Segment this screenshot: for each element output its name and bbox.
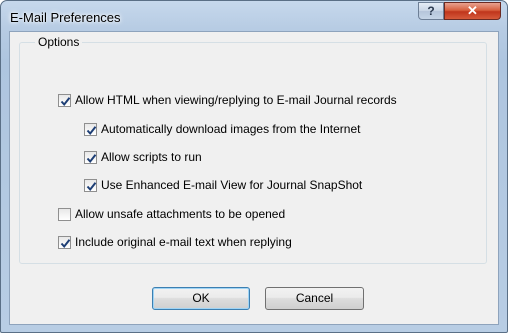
help-button[interactable]: ? <box>418 2 444 20</box>
allow-scripts-checkbox[interactable] <box>84 150 97 164</box>
checkmark-icon <box>86 153 97 163</box>
enhanced-view-label: Use Enhanced E-mail View for Journal Sna… <box>101 178 363 192</box>
include-original-checkbox[interactable] <box>58 235 71 249</box>
ok-button[interactable]: OK <box>152 287 250 310</box>
checkmark-icon <box>86 181 97 191</box>
option-include-original[interactable]: Include original e-mail text when replyi… <box>58 234 292 250</box>
allow-html-checkbox[interactable] <box>58 93 71 107</box>
cancel-button[interactable]: Cancel <box>265 287 364 310</box>
download-images-checkbox[interactable] <box>84 122 97 136</box>
option-unsafe-attachments[interactable]: Allow unsafe attachments to be opened <box>58 206 285 222</box>
close-button[interactable]: ✕ <box>444 2 501 20</box>
unsafe-attachments-label: Allow unsafe attachments to be opened <box>75 207 286 221</box>
include-original-label: Include original e-mail text when replyi… <box>75 235 292 249</box>
allow-html-label: Allow HTML when viewing/replying to E-ma… <box>75 93 397 107</box>
checkmark-icon <box>86 125 97 135</box>
unsafe-attachments-checkbox[interactable] <box>58 207 71 221</box>
options-group-label: Options <box>35 35 83 49</box>
option-enhanced-view[interactable]: Use Enhanced E-mail View for Journal Sna… <box>84 177 362 193</box>
option-allow-html[interactable]: Allow HTML when viewing/replying to E-ma… <box>58 92 397 108</box>
allow-scripts-label: Allow scripts to run <box>101 150 202 164</box>
window-title: E-Mail Preferences <box>10 10 121 25</box>
option-allow-scripts[interactable]: Allow scripts to run <box>84 149 202 165</box>
question-mark-icon: ? <box>427 4 435 18</box>
checkmark-icon <box>60 96 71 106</box>
download-images-label: Automatically download images from the I… <box>101 122 361 136</box>
enhanced-view-checkbox[interactable] <box>84 178 97 192</box>
checkmark-icon <box>60 238 71 248</box>
option-download-images[interactable]: Automatically download images from the I… <box>84 121 360 137</box>
close-icon: ✕ <box>467 3 478 18</box>
title-bar[interactable]: E-Mail Preferences ? ✕ <box>1 1 507 31</box>
email-preferences-dialog: E-Mail Preferences ? ✕ Options Allow HTM… <box>0 0 508 333</box>
